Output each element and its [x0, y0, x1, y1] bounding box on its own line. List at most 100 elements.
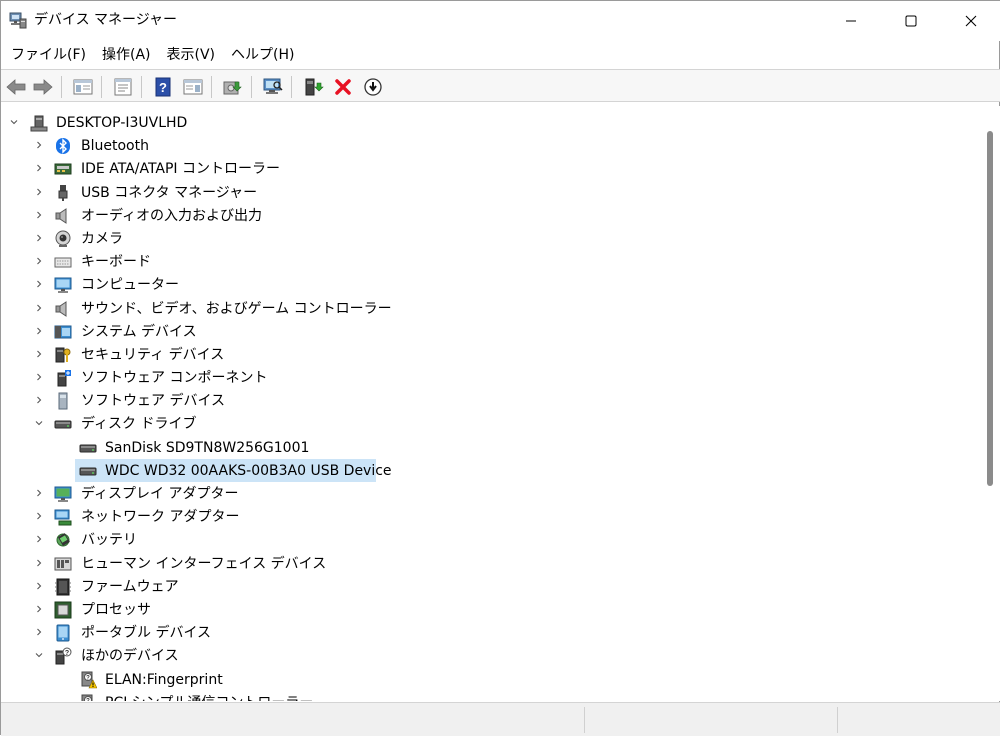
tree-category[interactable]: Bluetooth: [1, 134, 979, 157]
update-driver-button[interactable]: [221, 75, 245, 99]
tree-category[interactable]: ファームウェア: [1, 575, 979, 598]
chevron-down-icon[interactable]: [32, 648, 46, 662]
bluetooth-icon: [54, 137, 72, 155]
speaker-icon: [54, 207, 72, 225]
maximize-button[interactable]: [881, 1, 941, 41]
forward-icon: [33, 79, 53, 95]
tree-category-label: サウンド、ビデオ、およびゲーム コントローラー: [81, 300, 392, 317]
close-button[interactable]: [941, 1, 1000, 41]
chevron-right-icon[interactable]: [32, 301, 46, 315]
tree-category[interactable]: セキュリティ デバイス: [1, 343, 979, 366]
tree-device[interactable]: WDC WD32 00AAKS-00B3A0 USB Device: [1, 458, 979, 482]
tree-category[interactable]: IDE ATA/ATAPI コントローラー: [1, 157, 979, 180]
uninstall-device-button[interactable]: [331, 75, 355, 99]
tree-device[interactable]: SanDisk SD9TN8W256G1001: [1, 436, 979, 459]
show-hide-console-tree-button[interactable]: [71, 75, 95, 99]
device-manager-window: デバイス マネージャー ファイル(F) 操作(A) 表示(V) ヘルプ(H) ?…: [0, 0, 1000, 736]
tree-category[interactable]: プロセッサ: [1, 598, 979, 621]
portable-device-icon: [54, 624, 72, 642]
tree-device[interactable]: ? PCI シンプル通信コントローラー: [1, 691, 979, 701]
chevron-right-icon[interactable]: [32, 486, 46, 500]
chevron-right-icon[interactable]: [32, 393, 46, 407]
chevron-down-icon[interactable]: [7, 115, 21, 129]
chevron-right-icon[interactable]: [32, 277, 46, 291]
device-manager-icon: [9, 11, 27, 29]
toolbar-separator: [141, 76, 142, 98]
scan-hardware-button[interactable]: [261, 75, 285, 99]
chevron-right-icon[interactable]: [32, 602, 46, 616]
disable-device-button[interactable]: [361, 75, 385, 99]
disk-drive-icon: [54, 415, 72, 433]
menu-help[interactable]: ヘルプ(H): [225, 43, 300, 67]
chevron-right-icon[interactable]: [32, 370, 46, 384]
chevron-right-icon[interactable]: [32, 324, 46, 338]
enable-device-icon: [305, 78, 324, 96]
help-icon: ?: [155, 77, 171, 97]
tree-category[interactable]: コンピューター: [1, 273, 979, 296]
chevron-right-icon[interactable]: [32, 556, 46, 570]
forward-button[interactable]: [31, 75, 55, 99]
vertical-scrollbar[interactable]: [979, 106, 1000, 701]
chevron-right-icon[interactable]: [32, 509, 46, 523]
toolbar-separator: [251, 76, 252, 98]
minimize-button[interactable]: [821, 1, 881, 41]
chevron-right-icon[interactable]: [32, 231, 46, 245]
toolbar: ?: [1, 69, 1000, 102]
chevron-right-icon[interactable]: [32, 579, 46, 593]
action-pane-button[interactable]: [181, 75, 205, 99]
other-devices-icon: ?: [54, 647, 72, 665]
minimize-icon: [846, 20, 856, 22]
tree-category[interactable]: ? ほかのデバイス: [1, 644, 979, 667]
back-button[interactable]: [4, 75, 28, 99]
enable-device-button[interactable]: [301, 75, 325, 99]
close-icon: [965, 15, 977, 27]
properties-button[interactable]: [111, 75, 135, 99]
menu-file[interactable]: ファイル(F): [5, 43, 92, 67]
tree-container: DESKTOP-I3UVLHD Bluetooth IDE ATA/ATAPI コン…: [1, 111, 979, 701]
tree-category[interactable]: ネットワーク アダプター: [1, 505, 979, 528]
tree-category-label: USB コネクタ マネージャー: [81, 184, 258, 201]
speaker-icon: [54, 300, 72, 318]
tree-root[interactable]: DESKTOP-I3UVLHD: [1, 111, 979, 134]
tree-category[interactable]: オーディオの入力および出力: [1, 204, 979, 227]
status-pane: [837, 707, 1000, 733]
tree-category[interactable]: ディスク ドライブ: [1, 412, 979, 435]
chevron-right-icon[interactable]: [32, 254, 46, 268]
tree-category[interactable]: カメラ: [1, 227, 979, 250]
tree-category[interactable]: ディスプレイ アダプター: [1, 482, 979, 505]
menu-view[interactable]: 表示(V): [161, 43, 222, 67]
chevron-right-icon[interactable]: [32, 347, 46, 361]
chevron-right-icon[interactable]: [32, 625, 46, 639]
tree-category[interactable]: ポータブル デバイス: [1, 621, 979, 644]
window-title: デバイス マネージャー: [34, 12, 178, 28]
help-button[interactable]: ?: [151, 75, 175, 99]
chevron-right-icon[interactable]: [32, 161, 46, 175]
unknown-device-warning-icon: ?: [79, 694, 97, 701]
chevron-right-icon[interactable]: [32, 208, 46, 222]
svg-text:?: ?: [159, 80, 167, 95]
tree-category[interactable]: バッテリ: [1, 528, 979, 551]
tree-device[interactable]: ? ELAN:Fingerprint: [1, 668, 979, 691]
tree-category[interactable]: キーボード: [1, 250, 979, 273]
device-tree[interactable]: DESKTOP-I3UVLHD Bluetooth IDE ATA/ATAPI コン…: [1, 106, 979, 701]
title-bar[interactable]: デバイス マネージャー: [1, 1, 1000, 41]
chevron-down-icon[interactable]: [32, 416, 46, 430]
tree-category-label: ソフトウェア コンポーネント: [81, 370, 268, 387]
tree-category[interactable]: ソフトウェア コンポーネント: [1, 366, 979, 389]
menu-action[interactable]: 操作(A): [96, 43, 157, 67]
disk-drive-icon: [79, 439, 97, 457]
tree-category[interactable]: ソフトウェア デバイス: [1, 389, 979, 412]
tree-category[interactable]: USB コネクタ マネージャー: [1, 181, 979, 204]
tree-category-label: ヒューマン インターフェイス デバイス: [81, 555, 327, 572]
tree-category-label: バッテリ: [81, 532, 137, 549]
tree-category[interactable]: システム デバイス: [1, 320, 979, 343]
chevron-right-icon[interactable]: [32, 138, 46, 152]
menu-bar: ファイル(F) 操作(A) 表示(V) ヘルプ(H): [1, 41, 1000, 69]
scrollbar-thumb[interactable]: [987, 131, 993, 486]
tree-category-label: ソフトウェア デバイス: [81, 393, 226, 410]
disk-drive-icon: [79, 462, 97, 480]
chevron-right-icon[interactable]: [32, 532, 46, 546]
tree-category[interactable]: サウンド、ビデオ、およびゲーム コントローラー: [1, 297, 979, 320]
chevron-right-icon[interactable]: [32, 185, 46, 199]
tree-category[interactable]: ヒューマン インターフェイス デバイス: [1, 552, 979, 575]
